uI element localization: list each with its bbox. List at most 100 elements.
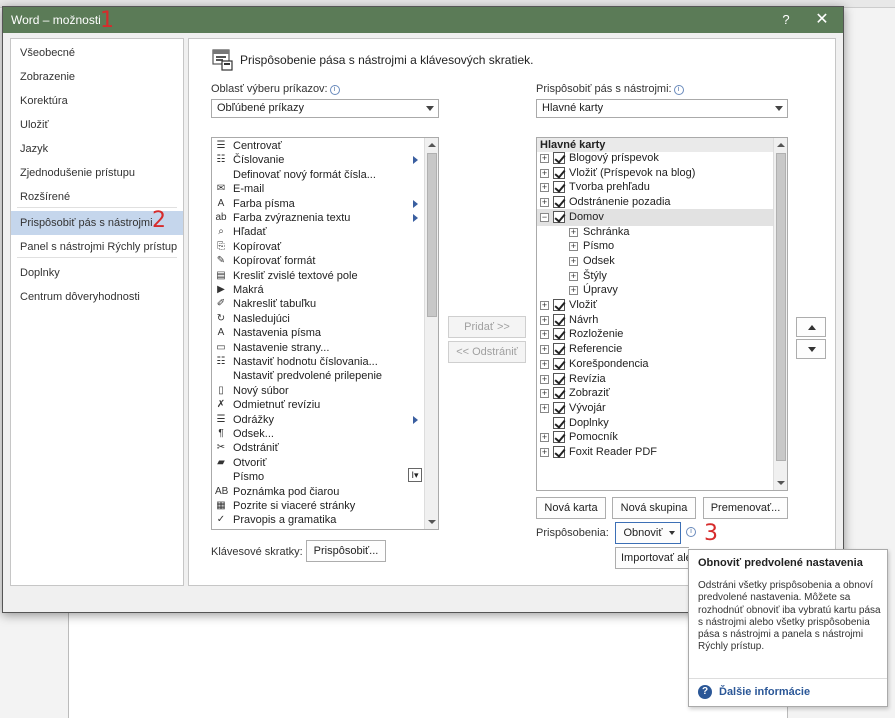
tree-item[interactable]: + Úpravy	[537, 282, 773, 299]
tree-item[interactable]: + Odsek	[537, 253, 773, 270]
new-group-button[interactable]: Nová skupina	[612, 497, 696, 519]
tree-item[interactable]: + Tvorba prehľadu	[537, 179, 773, 196]
expand-icon[interactable]: +	[540, 301, 549, 310]
nav-item[interactable]: Jazyk	[11, 137, 183, 161]
expand-icon[interactable]: +	[540, 389, 549, 399]
command-item[interactable]: ▶ Makrá	[212, 283, 422, 297]
commands-scrollbar[interactable]	[424, 138, 438, 529]
rename-button[interactable]: Premenovať...	[703, 497, 788, 519]
checkbox[interactable]	[553, 372, 565, 385]
add-button[interactable]: Pridať >>	[448, 316, 526, 338]
expand-icon[interactable]: +	[569, 242, 578, 252]
expand-icon[interactable]: +	[569, 286, 578, 296]
checkbox[interactable]	[553, 196, 565, 209]
command-item[interactable]: ▤ Kresliť zvislé textové pole	[212, 269, 422, 283]
command-item[interactable]: ▰ Otvoriť	[212, 456, 422, 470]
command-item[interactable]: ✂ Odstrániť	[212, 441, 422, 455]
tree-item[interactable]: + Referencie	[537, 341, 773, 358]
command-item[interactable]: ✓ Pravopis a gramatika	[212, 513, 422, 527]
commands-list[interactable]: ✓ Pravopis a gramatika ▦ Pozrite si viaceré…	[211, 137, 439, 530]
expand-icon[interactable]: +	[540, 345, 549, 355]
command-item[interactable]: ▯ Nový súbor	[212, 384, 422, 398]
command-item[interactable]: ✐ Nakresliť tabuľku	[212, 297, 422, 311]
checkbox[interactable]	[553, 166, 565, 179]
move-up-button[interactable]	[796, 317, 826, 337]
tree-item[interactable]: + Návrh	[537, 312, 773, 329]
scroll-down-icon[interactable]	[774, 476, 787, 490]
nav-item[interactable]: Panel s nástrojmi Rýchly prístup	[11, 235, 183, 259]
command-item[interactable]: ✎ Kopírovať formát	[212, 254, 422, 268]
expand-icon[interactable]: +	[540, 168, 549, 178]
command-item[interactable]: ☷ Nastaviť hodnotu číslovania...	[212, 355, 422, 369]
expand-icon[interactable]: +	[540, 330, 549, 340]
scroll-up-icon[interactable]	[774, 138, 787, 152]
reset-button[interactable]: Obnoviť	[615, 522, 681, 544]
tree-item[interactable]: + Písmo	[537, 238, 773, 255]
tree-item[interactable]: + Schránka	[537, 224, 773, 241]
command-item[interactable]: ab Farba zvýraznenia textu	[212, 211, 422, 225]
expand-icon[interactable]: +	[540, 374, 549, 384]
command-item[interactable]: ☰ Centrovať	[212, 139, 422, 153]
tree-item[interactable]: + Korešpondencia	[537, 356, 773, 373]
command-item[interactable]: AB Poznámka pod čiarou	[212, 485, 422, 499]
tree-item[interactable]: − Domov	[537, 208, 773, 226]
expand-icon[interactable]: +	[540, 433, 549, 443]
expand-icon[interactable]: +	[540, 183, 549, 193]
scroll-thumb[interactable]	[427, 153, 437, 317]
expand-icon[interactable]: +	[540, 403, 549, 413]
expand-icon[interactable]: +	[540, 198, 549, 208]
more-info-link[interactable]: Ďalšie informácie	[719, 686, 810, 698]
nav-item[interactable]: Doplnky	[11, 261, 183, 285]
import-export-button[interactable]: Importovať alebo exportovať	[615, 547, 689, 569]
command-item[interactable]: ☰ Odrážky	[212, 413, 422, 427]
title-bar[interactable]: Word – možnosti ? ✕	[3, 7, 843, 33]
checkbox[interactable]	[553, 446, 565, 458]
checkbox[interactable]	[553, 387, 565, 400]
tree-item[interactable]: Doplnky	[537, 415, 773, 432]
nav-item[interactable]: Zobrazenie	[11, 65, 183, 89]
command-item[interactable]: ✉ E-mail	[212, 182, 422, 196]
nav-item[interactable]: Rozšírené	[11, 185, 183, 209]
checkbox[interactable]	[553, 210, 565, 223]
commands-dropdown[interactable]: Obľúbené príkazy	[211, 99, 439, 118]
command-item[interactable]: Písmo	[212, 470, 422, 484]
expand-icon[interactable]: +	[540, 315, 549, 325]
tree-item[interactable]: + Vývojár	[537, 400, 773, 417]
nav-item[interactable]: Uložiť	[11, 113, 183, 137]
command-item[interactable]: ↻ Nasledujúci	[212, 312, 422, 326]
checkbox[interactable]	[553, 328, 565, 341]
checkbox[interactable]	[553, 181, 565, 194]
checkbox[interactable]	[553, 416, 565, 429]
customize-shortcuts-button[interactable]: Prispôsobiť...	[306, 540, 386, 562]
checkbox[interactable]	[553, 431, 565, 444]
command-item[interactable]: ▦ Pozrite si viaceré stránky	[212, 499, 422, 513]
new-tab-button[interactable]: Nová karta	[536, 497, 606, 519]
command-item[interactable]: ▭ Nastavenie strany...	[212, 341, 422, 355]
tree-item[interactable]: + Foxit Reader PDF	[537, 444, 773, 461]
expand-icon[interactable]: +	[540, 154, 549, 163]
tree-item[interactable]: + Štýly	[537, 268, 773, 285]
remove-button[interactable]: << Odstrániť	[448, 341, 526, 363]
checkbox[interactable]	[553, 401, 565, 414]
checkbox[interactable]	[553, 357, 565, 370]
expand-icon[interactable]: +	[569, 256, 578, 266]
checkbox[interactable]	[553, 152, 565, 164]
tree-item[interactable]: + Revízia	[537, 371, 773, 388]
tree-item[interactable]: + Blogový príspevok	[537, 150, 773, 167]
nav-item[interactable]: Korektúra	[11, 89, 183, 113]
command-item[interactable]: ¶ Odsek...	[212, 427, 422, 441]
tree-item[interactable]: + Zobraziť	[537, 385, 773, 402]
tree-item[interactable]: + Pomocník	[537, 429, 773, 446]
move-down-button[interactable]	[796, 339, 826, 359]
ribbon-dropdown[interactable]: Hlavné karty	[536, 99, 788, 118]
tree-item[interactable]: + Vložiť (Príspevok na blog)	[537, 165, 773, 182]
command-item[interactable]: ⎘ Kopírovať	[212, 240, 422, 254]
tree-scrollbar[interactable]	[773, 138, 787, 490]
expand-icon[interactable]: +	[540, 359, 549, 369]
tree-item[interactable]: + Rozloženie	[537, 326, 773, 343]
expand-icon[interactable]: +	[569, 227, 578, 237]
nav-item[interactable]: Všeobecné	[11, 41, 183, 65]
command-item[interactable]: Nastaviť predvolené prilepenie	[212, 369, 422, 383]
scroll-thumb[interactable]	[776, 153, 786, 461]
close-button[interactable]: ✕	[809, 10, 835, 30]
